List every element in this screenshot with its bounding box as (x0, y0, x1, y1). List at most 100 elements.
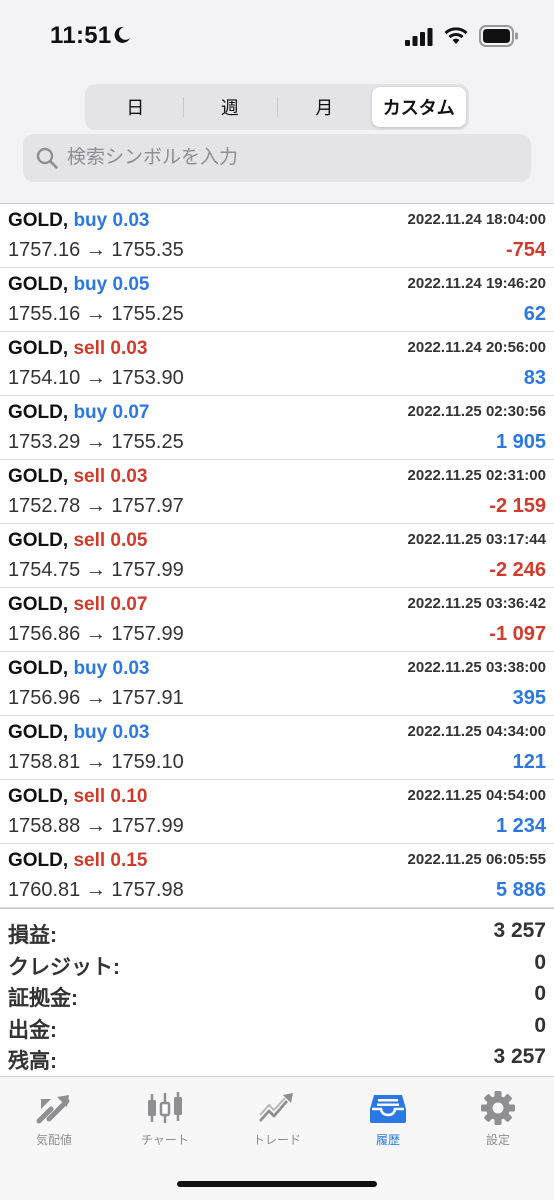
trade-type: buy 0.07 (73, 402, 150, 423)
trade-row[interactable]: GOLD, buy 0.03 2022.11.25 03:38:00 1756.96… (0, 652, 554, 716)
trade-row[interactable]: GOLD, buy 0.05 2022.11.24 19:46:20 1755.16… (0, 268, 554, 332)
segment-month[interactable]: 月 (277, 87, 372, 127)
trade-profit: -754 (505, 239, 546, 261)
tab-quotes[interactable]: 気配値 (9, 1091, 99, 1148)
trade-prices: 1757.16 → 1755.35 (8, 239, 184, 261)
trade-type: buy 0.05 (73, 274, 150, 295)
trade-time: 2022.11.24 20:56:00 (407, 339, 546, 356)
trade-symbol: GOLD, (8, 466, 69, 487)
trade-time: 2022.11.25 03:17:44 (407, 531, 546, 548)
trade-symbol: GOLD, (8, 338, 69, 359)
trade-profit: 121 (512, 751, 546, 773)
search-bar[interactable] (23, 134, 531, 182)
segment-custom[interactable]: カスタム (371, 87, 466, 127)
summary-value: 0 (534, 1013, 546, 1037)
summary-label: クレジット: (8, 955, 120, 979)
summary-value: 3 257 (493, 919, 546, 942)
tab-history-label: 履歴 (375, 1133, 400, 1147)
search-input[interactable] (67, 147, 507, 169)
trade-type: buy 0.03 (73, 722, 150, 743)
period-segmented-control: 日 週 月 カスタム (85, 84, 469, 130)
summary-row: 証拠金: 0 (0, 978, 554, 1010)
segment-week[interactable]: 週 (182, 87, 278, 127)
tab-history[interactable]: 履歴 (343, 1091, 433, 1148)
trade-prices: 1752.78 → 1757.97 (8, 495, 184, 517)
trade-title: GOLD, buy 0.07 (8, 402, 150, 424)
trade-time: 2022.11.25 02:30:56 (407, 403, 546, 420)
trade-row[interactable]: GOLD, sell 0.03 2022.11.24 20:56:00 1754.1… (0, 332, 554, 396)
trade-title: GOLD, sell 0.03 (8, 466, 147, 488)
trade-profit: 5 886 (495, 879, 546, 901)
trade-profit: -2 246 (489, 559, 546, 581)
battery-icon (479, 25, 518, 47)
summary-row: 残高: 3 257 (0, 1041, 554, 1073)
trade-row[interactable]: GOLD, sell 0.03 2022.11.25 02:31:00 1752.7… (0, 460, 554, 524)
trade-prices: 1754.10 → 1753.90 (8, 367, 184, 389)
summary-panel: 損益: 3 257 クレジット: 0 証拠金: 0 出金: 0 残高: 3 257 (0, 908, 554, 1076)
summary-label: 損益: (8, 924, 57, 947)
trade-type: buy 0.03 (73, 658, 150, 679)
trade-history-list: GOLD, buy 0.03 2022.11.24 18:04:00 1757.16… (0, 203, 554, 908)
trade-row[interactable]: GOLD, buy 0.07 2022.11.25 02:30:56 1753.29… (0, 396, 554, 460)
trade-row[interactable]: GOLD, buy 0.03 2022.11.25 04:34:00 1758.81… (0, 716, 554, 780)
trade-row[interactable]: GOLD, sell 0.15 2022.11.25 06:05:55 1760.8… (0, 844, 554, 908)
tab-chart-label: チャート (141, 1133, 189, 1147)
trade-title: GOLD, sell 0.07 (8, 594, 147, 616)
trade-time: 2022.11.25 03:38:00 (407, 659, 546, 676)
trade-profit: 1 905 (495, 431, 546, 453)
search-icon (36, 147, 58, 169)
trade-row[interactable]: GOLD, sell 0.05 2022.11.25 03:17:44 1754.7… (0, 524, 554, 588)
moon-icon (114, 26, 130, 43)
tab-trade[interactable]: トレード (232, 1091, 322, 1148)
trade-time: 2022.11.25 06:05:55 (407, 851, 546, 868)
summary-row: クレジット: 0 (0, 947, 554, 979)
trade-row[interactable]: GOLD, buy 0.03 2022.11.24 18:04:00 1757.16… (0, 204, 554, 268)
tab-settings[interactable]: 設定 (453, 1091, 543, 1148)
trade-time: 2022.11.25 04:54:00 (407, 787, 546, 804)
trade-time: 2022.11.24 19:46:20 (407, 275, 546, 292)
trade-profit: 1 234 (495, 815, 546, 837)
trade-prices: 1754.75 → 1757.99 (8, 559, 184, 581)
trade-row[interactable]: GOLD, sell 0.10 2022.11.25 04:54:00 1758.8… (0, 780, 554, 844)
status-bar: 11:51 (0, 0, 554, 72)
trade-type: sell 0.03 (73, 466, 148, 487)
trade-profit: 83 (523, 367, 546, 389)
trade-type: sell 0.05 (73, 530, 148, 551)
trade-row[interactable]: GOLD, sell 0.07 2022.11.25 03:36:42 1756.8… (0, 588, 554, 652)
summary-label: 残高: (8, 1050, 57, 1073)
summary-value: 0 (534, 982, 546, 1005)
tab-quotes-label: 気配値 (35, 1133, 72, 1147)
trade-prices: 1756.86 → 1757.99 (8, 623, 184, 645)
summary-label: 証拠金: (8, 987, 78, 1010)
trade-symbol: GOLD, (8, 658, 69, 679)
trade-title: GOLD, buy 0.03 (8, 210, 150, 232)
trade-profit: -2 159 (489, 495, 546, 517)
trade-prices: 1756.96 → 1757.91 (8, 687, 184, 709)
history-icon (370, 1095, 406, 1123)
trade-icon (258, 1093, 293, 1122)
trade-type: sell 0.03 (73, 338, 148, 359)
trade-symbol: GOLD, (8, 274, 69, 295)
home-indicator (177, 1181, 377, 1187)
trade-time: 2022.11.25 03:36:42 (407, 595, 546, 612)
trade-symbol: GOLD, (8, 210, 69, 231)
trade-prices: 1758.81 → 1759.10 (8, 751, 184, 773)
summary-label: 出金: (8, 1018, 57, 1042)
chart-icon (148, 1092, 182, 1123)
status-time: 11:51 (50, 22, 112, 49)
segment-day[interactable]: 日 (88, 87, 183, 127)
trade-symbol: GOLD, (8, 722, 69, 743)
trade-symbol: GOLD, (8, 530, 69, 551)
trade-prices: 1755.16 → 1755.25 (8, 303, 184, 325)
quotes-icon (36, 1095, 70, 1124)
trade-symbol: GOLD, (8, 402, 69, 423)
wifi-icon (444, 27, 468, 44)
trade-time: 2022.11.24 18:04:00 (407, 211, 546, 228)
summary-value: 3 257 (493, 1045, 546, 1068)
tab-trade-label: トレード (252, 1133, 301, 1147)
trade-symbol: GOLD, (8, 850, 69, 871)
trade-type: buy 0.03 (73, 210, 150, 231)
trade-profit: -1 097 (489, 623, 546, 645)
trade-type: sell 0.15 (73, 850, 148, 871)
tab-chart[interactable]: チャート (120, 1091, 210, 1148)
